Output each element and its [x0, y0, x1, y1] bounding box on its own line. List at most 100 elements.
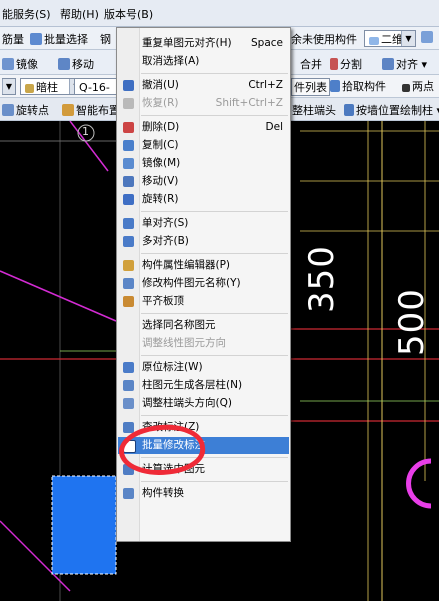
menu-item-label: 构件属性编辑器(P)	[142, 259, 231, 271]
pick-component-button[interactable]: 拾取构件	[330, 78, 386, 94]
menu-separator	[141, 313, 288, 314]
menu-item: 调整线性图元方向	[118, 335, 289, 352]
redo-icon	[123, 98, 134, 109]
menu-item[interactable]: 撤消(U) Ctrl+Z	[118, 77, 289, 94]
view-mode-select[interactable]: 二维 ▼	[364, 30, 416, 47]
3d-view-button[interactable]	[421, 31, 435, 44]
flush-slab-icon	[123, 296, 134, 307]
menu-item-label: 柱图元生成各层柱(N)	[142, 379, 243, 391]
merge-button[interactable]: 合并	[300, 56, 322, 72]
menu-item-label: 选择同名称图元	[142, 319, 216, 331]
menu-item[interactable]: 镜像(M)	[118, 155, 289, 172]
two-points-icon	[402, 84, 410, 92]
component-name-select[interactable]: Q-16-	[74, 78, 118, 95]
align-single-icon	[123, 218, 134, 229]
annotate-icon	[123, 362, 134, 373]
menu-item-label: 平齐板顶	[142, 295, 184, 307]
menu-item[interactable]: 取消选择(A)	[118, 53, 289, 70]
menu-item-label: 原位标注(W)	[142, 361, 203, 373]
menu-item[interactable]: 修改构件图元名称(Y)	[118, 275, 289, 292]
convert-icon	[123, 488, 134, 499]
axis-label: 1	[82, 125, 89, 138]
view-icon	[369, 37, 379, 45]
move-icon	[123, 176, 134, 187]
menu-item-label: 多对齐(B)	[142, 235, 189, 247]
menu-item-label: 镜像(M)	[142, 157, 181, 169]
menu-item[interactable]: 删除(D) Del	[118, 119, 289, 136]
smart-layout-icon	[62, 104, 74, 116]
rebar-qty-button[interactable]: 筋量	[2, 31, 24, 47]
split-icon	[330, 58, 338, 70]
menu-separator	[141, 253, 288, 254]
menu-item-label: 重复单图元对齐(H)	[142, 37, 232, 49]
component-list-button[interactable]: 件列表	[291, 78, 330, 96]
menu-item[interactable]: 柱图元生成各层柱(N)	[118, 377, 289, 394]
remove-unused-button[interactable]: 余未使用构件	[291, 31, 357, 47]
menu-item[interactable]: 选择同名称图元	[118, 317, 289, 334]
smart-layout-button[interactable]: 智能布置	[62, 102, 120, 118]
menu-item[interactable]: 调整柱端头方向(Q)	[118, 395, 289, 412]
menu-item[interactable]: 多对齐(B)	[118, 233, 289, 250]
menu-item-label: 取消选择(A)	[142, 55, 200, 67]
chevron-down-icon: ▼	[2, 79, 15, 94]
menu-item-shortcut: Space	[251, 37, 283, 49]
property-editor-icon	[123, 260, 134, 271]
floor-select[interactable]: ▼	[2, 78, 16, 95]
menu-item-label: 单对齐(S)	[142, 217, 189, 229]
menu-item-shortcut: Del	[265, 121, 283, 133]
menu-version[interactable]: 版本号(B)	[104, 6, 153, 22]
align-multi-icon	[123, 236, 134, 247]
check-annotation-icon	[123, 422, 134, 433]
menu-separator	[141, 415, 288, 416]
two-points-button[interactable]: 两点	[402, 78, 434, 94]
undo-icon	[123, 80, 134, 91]
menu-separator	[141, 481, 288, 482]
menu-item[interactable]: 移动(V)	[118, 173, 289, 190]
align-icon	[382, 58, 394, 70]
menu-separator	[141, 115, 288, 116]
draw-by-wall-icon	[344, 104, 354, 116]
cube-icon	[421, 31, 433, 43]
column-head-button[interactable]: 整柱端头	[292, 102, 336, 118]
copy-icon	[123, 140, 134, 151]
mirror-icon	[123, 158, 134, 169]
menu-separator	[141, 73, 288, 74]
menu-item[interactable]: 构件转换	[118, 485, 289, 502]
menu-item-label: 修改构件图元名称(Y)	[142, 277, 241, 289]
menu-item-shortcut: Shift+Ctrl+Z	[215, 97, 283, 109]
rebar-button[interactable]: 钢	[100, 31, 111, 47]
menu-separator	[141, 211, 288, 212]
move-icon	[58, 58, 70, 70]
menu-item-label: 调整柱端头方向(Q)	[142, 397, 232, 409]
menu-item[interactable]: 复制(C)	[118, 137, 289, 154]
menu-item: 恢复(R) Shift+Ctrl+Z	[118, 95, 289, 112]
menu-item[interactable]: 构件属性编辑器(P)	[118, 257, 289, 274]
menu-item-label: 复制(C)	[142, 139, 179, 151]
rotate-point-button[interactable]: 旋转点	[2, 102, 49, 118]
draw-by-wall-button[interactable]: 按墙位置绘制柱 ▾	[344, 102, 439, 118]
batch-select-button[interactable]: 批量选择	[30, 31, 88, 47]
split-button[interactable]: 分割	[330, 56, 362, 72]
mirror-icon	[2, 58, 14, 70]
chevron-down-icon: ▼	[401, 31, 415, 46]
column-layers-icon	[123, 380, 134, 391]
menu-item[interactable]: 重复单图元对齐(H) Space	[118, 35, 289, 52]
menu-item[interactable]: 单对齐(S)	[118, 215, 289, 232]
menu-services[interactable]: 能服务(S)	[2, 6, 51, 22]
menu-item-label: 移动(V)	[142, 175, 179, 187]
delete-icon	[123, 122, 134, 133]
move-button[interactable]: 移动	[58, 56, 94, 72]
rotate-icon	[2, 104, 14, 116]
menu-item-label: 构件转换	[142, 487, 184, 499]
menu-item[interactable]: 平齐板顶	[118, 293, 289, 310]
menu-item-label: 恢复(R)	[142, 97, 179, 109]
mirror-button[interactable]: 镜像	[2, 56, 38, 72]
menu-item[interactable]: 旋转(R)	[118, 191, 289, 208]
menu-item[interactable]: 原位标注(W)	[118, 359, 289, 376]
align-button[interactable]: 对齐 ▾	[382, 56, 427, 72]
menu-help[interactable]: 帮助(H)	[60, 6, 99, 22]
pick-icon	[330, 80, 340, 92]
column-icon	[25, 84, 34, 93]
menu-item-label: 调整线性图元方向	[142, 337, 226, 349]
dimension-500: 500	[392, 288, 432, 356]
